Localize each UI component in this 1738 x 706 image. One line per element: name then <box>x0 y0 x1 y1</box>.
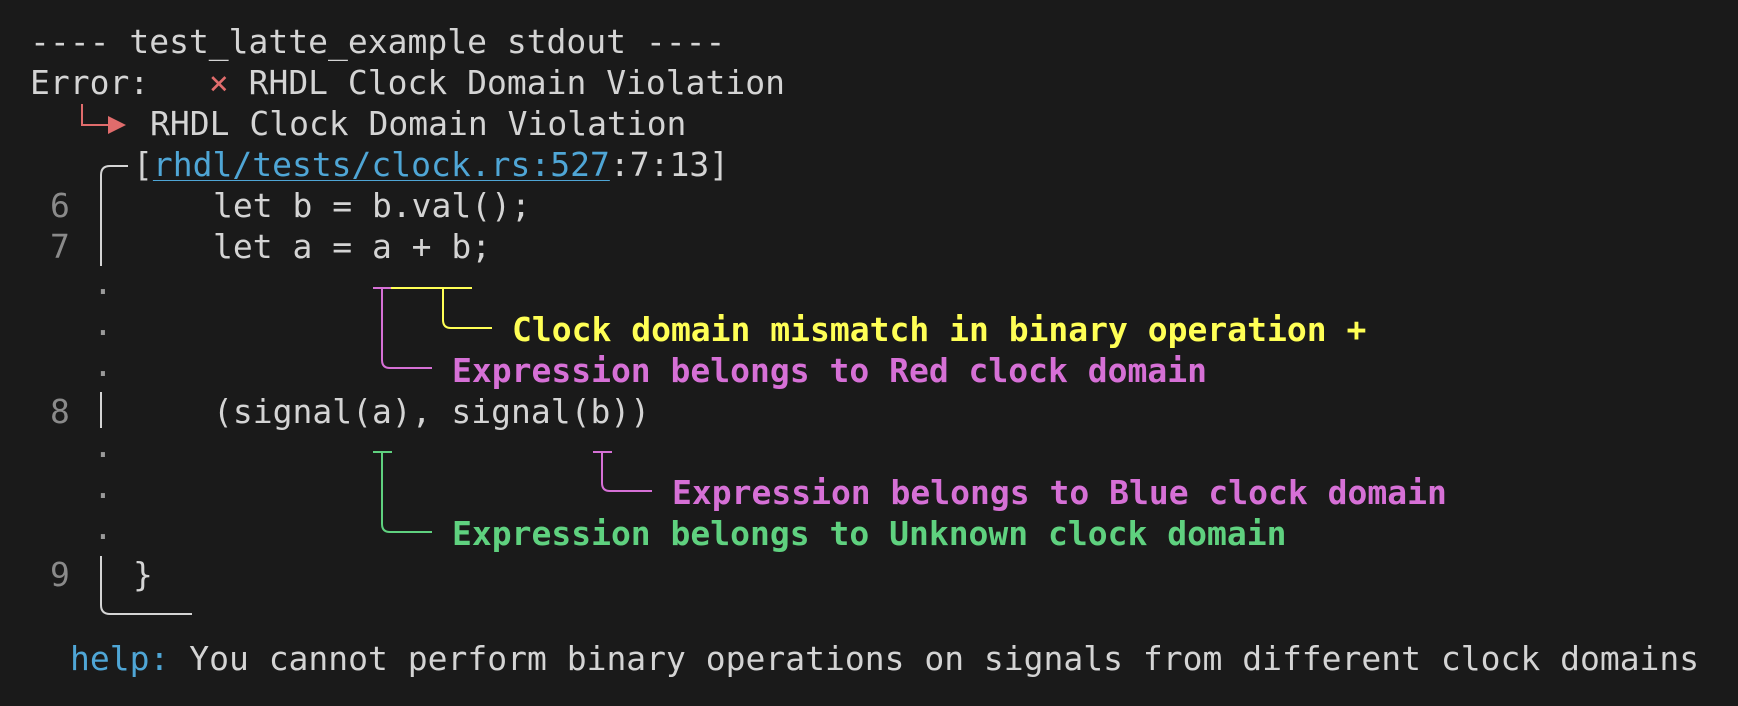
location-open-bracket: [ <box>133 145 153 184</box>
gutter-dot: . <box>93 345 113 384</box>
error-sub-message: RHDL Clock Domain Violation <box>150 104 687 143</box>
gutter-dot: . <box>93 304 113 343</box>
line-number-8: 8 <box>50 392 70 431</box>
error-prefix: Error: <box>30 63 150 102</box>
unknown-domain-marker <box>373 451 432 533</box>
help-text: You cannot perform binary operations on … <box>189 639 1700 678</box>
red-domain-marker <box>373 287 432 369</box>
code-line-9: } <box>133 555 153 594</box>
line-number-6: 6 <box>50 186 70 225</box>
gutter-dot: . <box>93 263 113 302</box>
gutter-dot: . <box>93 467 113 506</box>
annotation-red-domain: Expression belongs to Red clock domain <box>452 351 1207 390</box>
code-line-7: let a = a + b; <box>213 227 492 266</box>
location-position: :7:13] <box>609 145 730 184</box>
annotation-mismatch: Clock domain mismatch in binary operatio… <box>512 310 1367 349</box>
help-line: help: You cannot perform binary operatio… <box>70 638 1699 679</box>
line-number-9: 9 <box>50 555 70 594</box>
help-label: help: <box>70 639 170 678</box>
error-x-icon: × <box>208 63 229 102</box>
error-message: RHDL Clock Domain Violation <box>248 63 786 102</box>
gutter-dot: . <box>93 426 113 465</box>
blue-domain-marker <box>593 451 652 492</box>
source-file-link[interactable]: rhdl/tests/clock.rs:527 <box>153 145 610 184</box>
annotation-unknown-domain: Expression belongs to Unknown clock doma… <box>452 514 1287 553</box>
code-line-8: (signal(a), signal(b)) <box>213 392 651 431</box>
code-line-6: let b = b.val(); <box>213 186 531 225</box>
annotation-blue-domain: Expression belongs to Blue clock domain <box>672 473 1447 512</box>
gutter-dot: . <box>93 508 113 547</box>
error-line: Error: × RHDL Clock Domain Violation <box>30 62 785 103</box>
stdout-header: ---- test_latte_example stdout ---- <box>30 22 726 61</box>
terminal-output: ---- test_latte_example stdout ---- Erro… <box>0 0 1738 706</box>
mismatch-marker <box>391 287 492 329</box>
error-arrow-icon <box>81 104 126 134</box>
source-location: [rhdl/tests/clock.rs:527:7:13] <box>133 144 729 185</box>
gutter-frame <box>100 165 192 615</box>
line-number-7: 7 <box>50 227 70 266</box>
